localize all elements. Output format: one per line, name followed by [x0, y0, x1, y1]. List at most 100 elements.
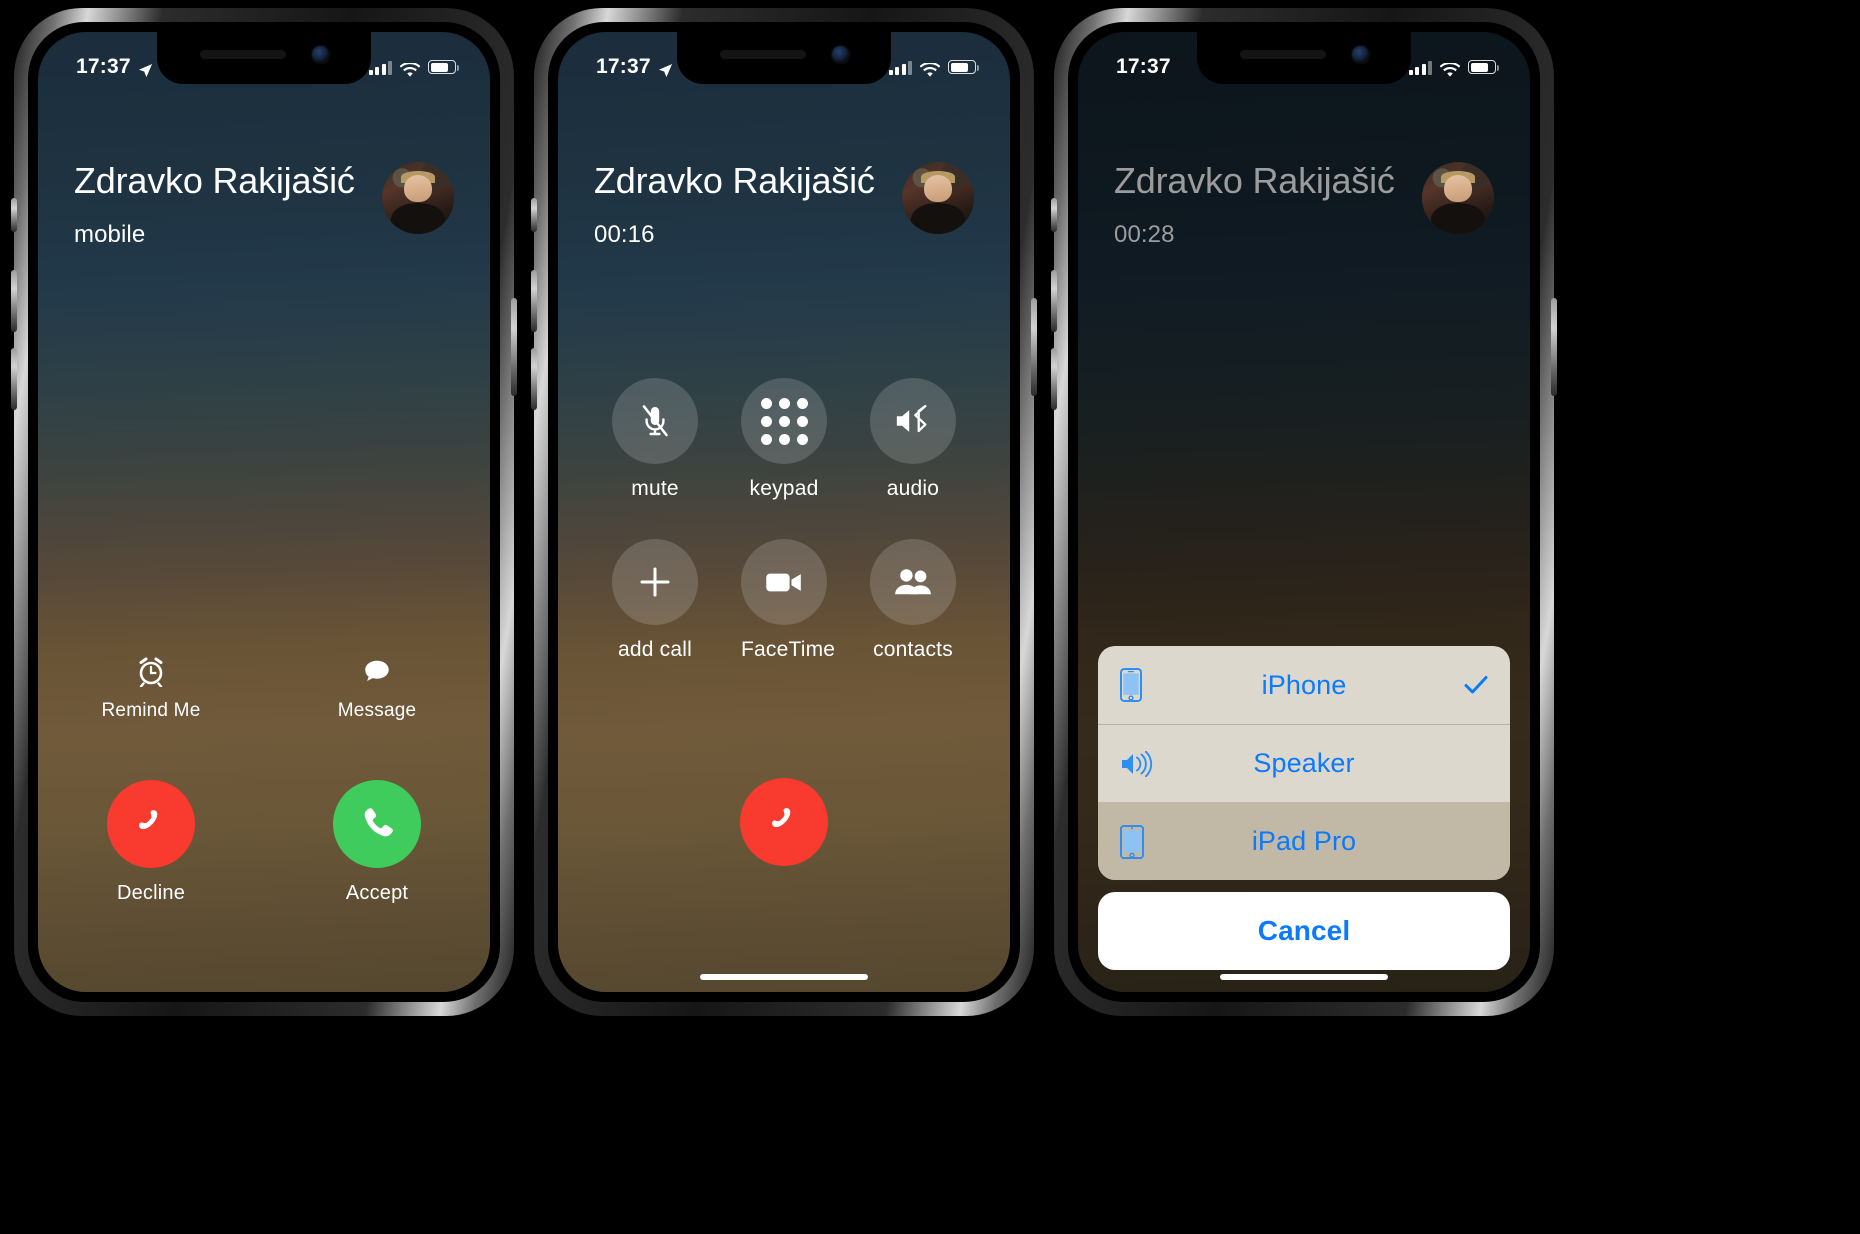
end-call-button[interactable]	[740, 778, 828, 866]
screen-incoming-call: 17:37 Zdravko Rakijašić mobile Remind Me…	[38, 32, 490, 992]
mute-button[interactable]: mute	[612, 378, 698, 501]
status-bar: 17:37	[38, 32, 490, 88]
caller-name: Zdravko Rakijašić	[594, 160, 875, 201]
primary-call-actions: Decline Accept	[38, 780, 490, 905]
volume-down-button[interactable]	[1051, 348, 1057, 410]
caller-header: Zdravko Rakijašić 00:28	[1078, 160, 1530, 249]
battery-icon	[428, 60, 460, 74]
keypad-button[interactable]: keypad	[741, 378, 827, 501]
audio-route-sheet: iPhone Speaker iPad Pro Cancel	[1098, 646, 1510, 970]
message-button[interactable]: Message	[264, 652, 490, 722]
audio-button[interactable]: audio	[870, 378, 956, 501]
remind-me-button[interactable]: Remind Me	[38, 652, 264, 722]
cellular-bars-icon	[368, 60, 392, 75]
contacts-button[interactable]: contacts	[870, 539, 956, 662]
plus-icon	[612, 539, 698, 625]
facetime-label: FaceTime	[741, 638, 836, 661]
audio-route-option-ipad-pro[interactable]: iPad Pro	[1098, 802, 1510, 880]
video-camera-icon	[741, 539, 827, 625]
alarm-clock-icon	[38, 652, 264, 690]
avatar	[382, 162, 454, 234]
mute-switch[interactable]	[1051, 198, 1057, 232]
decline-button[interactable]	[107, 780, 195, 868]
remind-me-label: Remind Me	[101, 700, 201, 721]
volume-down-button[interactable]	[11, 348, 17, 410]
phone-incoming-call: 17:37 Zdravko Rakijašić mobile Remind Me…	[11, 8, 517, 1016]
ipad-device-icon	[1120, 824, 1166, 859]
accept-call-cell: Accept	[264, 780, 490, 905]
decline-call-cell: Decline	[38, 780, 264, 905]
caller-subtitle: mobile	[74, 221, 146, 249]
speaker-waves-icon	[1120, 750, 1166, 777]
home-indicator[interactable]	[1220, 974, 1388, 980]
home-indicator[interactable]	[700, 974, 868, 980]
side-power-button[interactable]	[1551, 298, 1557, 396]
audio-route-options: iPhone Speaker iPad Pro	[1098, 646, 1510, 880]
status-bar: 17:37	[1078, 32, 1530, 88]
keypad-dots-icon	[741, 378, 827, 464]
location-arrow-icon	[138, 60, 153, 77]
speaker-bluetooth-icon	[870, 378, 956, 464]
location-arrow-icon	[658, 60, 673, 77]
wifi-icon	[399, 60, 421, 77]
call-timer: 00:16	[594, 221, 655, 249]
add-call-button[interactable]: add call	[612, 539, 698, 662]
caller-name: Zdravko Rakijašić	[74, 160, 355, 201]
call-controls-row-2: add call FaceTime contacts	[612, 539, 956, 662]
add-call-label: add call	[618, 638, 692, 661]
checkmark-icon	[1442, 675, 1488, 695]
status-bar: 17:37	[558, 32, 1010, 88]
call-controls-row-1: mute keypad audio	[612, 378, 956, 501]
facetime-button[interactable]: FaceTime	[741, 539, 836, 662]
wifi-icon	[919, 60, 941, 77]
side-power-button[interactable]	[1031, 298, 1037, 396]
battery-icon	[948, 60, 980, 74]
cellular-bars-icon	[1408, 60, 1432, 75]
caller-header: Zdravko Rakijašić 00:16	[558, 160, 1010, 249]
audio-route-label-ipad-pro: iPad Pro	[1251, 826, 1357, 856]
accept-button[interactable]	[333, 780, 421, 868]
secondary-call-actions: Remind Me Message	[38, 652, 490, 722]
contacts-label: contacts	[873, 638, 953, 661]
phone-audio-route-picker: 17:37 Zdravko Rakijašić 00:28 iPhone Spe…	[1051, 8, 1557, 1016]
status-time: 17:37	[596, 55, 651, 78]
phone-active-call: 17:37 Zdravko Rakijašić 00:16 mute keypa…	[531, 8, 1037, 1016]
iphone-device-icon	[1120, 668, 1166, 702]
mute-switch[interactable]	[11, 198, 17, 232]
audio-route-label-iphone: iPhone	[1261, 669, 1347, 700]
cancel-button[interactable]: Cancel	[1098, 892, 1510, 970]
call-controls-grid: mute keypad audio add call FaceTime cont…	[558, 378, 1010, 662]
audio-route-option-iphone[interactable]: iPhone	[1098, 646, 1510, 724]
message-label: Message	[337, 700, 417, 721]
wifi-icon	[1439, 60, 1461, 77]
volume-up-button[interactable]	[531, 270, 537, 332]
audio-label: audio	[886, 477, 940, 500]
volume-down-button[interactable]	[531, 348, 537, 410]
contacts-people-icon	[870, 539, 956, 625]
side-power-button[interactable]	[511, 298, 517, 396]
accept-label: Accept	[345, 882, 409, 904]
decline-label: Decline	[116, 882, 186, 904]
audio-route-option-speaker[interactable]: Speaker	[1098, 724, 1510, 802]
call-timer: 00:28	[1114, 221, 1175, 249]
mute-label: mute	[631, 477, 679, 500]
microphone-muted-icon	[612, 378, 698, 464]
volume-up-button[interactable]	[1051, 270, 1057, 332]
audio-route-label-speaker: Speaker	[1253, 748, 1355, 778]
caller-header: Zdravko Rakijašić mobile	[38, 160, 490, 249]
volume-up-button[interactable]	[11, 270, 17, 332]
message-bubble-icon	[264, 652, 490, 690]
battery-icon	[1468, 60, 1500, 74]
caller-name: Zdravko Rakijašić	[1114, 160, 1395, 201]
screen-active-call: 17:37 Zdravko Rakijašić 00:16 mute keypa…	[558, 32, 1010, 992]
avatar	[1422, 162, 1494, 234]
avatar	[902, 162, 974, 234]
status-time: 17:37	[1116, 55, 1171, 78]
keypad-label: keypad	[749, 477, 819, 500]
three-phone-comparison: 17:37 Zdravko Rakijašić mobile Remind Me…	[0, 0, 1860, 1234]
mute-switch[interactable]	[531, 198, 537, 232]
cellular-bars-icon	[888, 60, 912, 75]
end-call-area	[558, 778, 1010, 866]
screen-audio-route-picker: 17:37 Zdravko Rakijašić 00:28 iPhone Spe…	[1078, 32, 1530, 992]
status-time: 17:37	[76, 55, 131, 78]
